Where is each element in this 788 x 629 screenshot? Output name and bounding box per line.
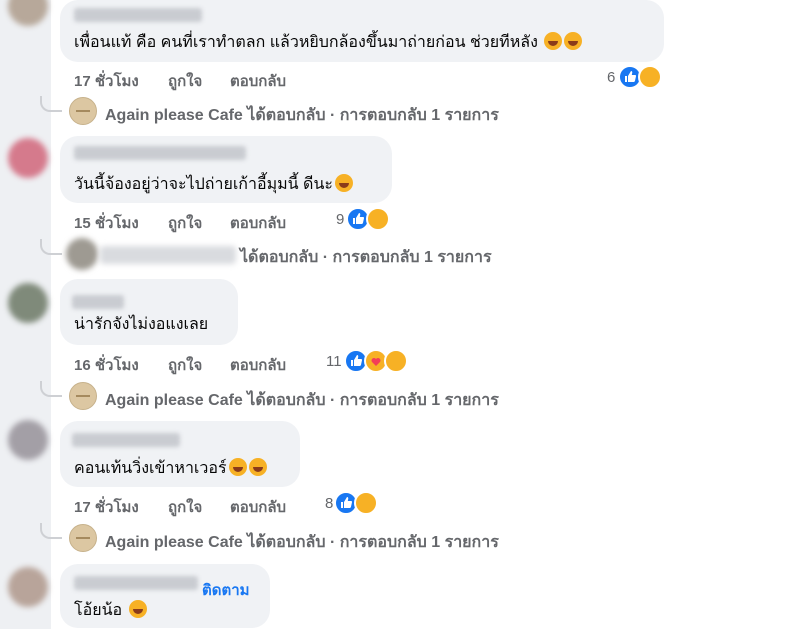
grin-sweat-emoji (334, 174, 353, 192)
view-replies-link[interactable]: Again please Cafe ได้ตอบกลับ · การตอบกลั… (105, 103, 499, 128)
commenter-name[interactable] (72, 295, 124, 309)
like-link[interactable]: ถูกใจ (168, 495, 202, 519)
comment-time[interactable]: 15 ชั่วโมง (74, 211, 139, 235)
avatar[interactable] (8, 283, 48, 323)
follow-button[interactable]: ติดตาม (202, 578, 250, 602)
comment-time[interactable]: 17 ชั่วโมง (74, 69, 139, 93)
reaction-count[interactable]: 8 (325, 495, 333, 512)
commenter-name[interactable] (74, 146, 246, 160)
comment-bubble: เพื่อนแท้ คือ คนที่เราทำตลก แล้วหยิบกล้อ… (60, 0, 664, 62)
reaction-count[interactable]: 9 (336, 211, 344, 228)
thread-connector (40, 96, 62, 112)
view-replies-link[interactable]: ได้ตอบกลับ · การตอบกลับ 1 รายการ (240, 245, 492, 270)
commenter-name[interactable] (72, 433, 180, 447)
rofl-emoji (544, 32, 563, 50)
grin-sweat-emoji (228, 458, 247, 476)
haha-icon (366, 207, 390, 231)
like-link[interactable]: ถูกใจ (168, 69, 202, 93)
commenter-name[interactable] (74, 8, 202, 22)
like-link[interactable]: ถูกใจ (168, 211, 202, 235)
comment-bubble: คอนเท้นวิ่งเข้าหาเวอร์ (60, 421, 300, 487)
avatar[interactable] (8, 420, 48, 460)
page-avatar[interactable] (69, 524, 97, 552)
comment-text: เพื่อนแท้ คือ คนที่เราทำตลก แล้วหยิบกล้อ… (74, 32, 583, 53)
reaction-count[interactable]: 6 (607, 69, 615, 86)
comment-bubble: ติดตาม โอ้ยน้อ (60, 564, 270, 628)
comment-text: โอ้ยน้อ (74, 600, 147, 621)
haha-icon (384, 349, 408, 373)
comment-actions: 17 ชั่วโมง ถูกใจ ตอบกลับ (74, 69, 374, 90)
thread-connector (40, 239, 62, 255)
view-replies-link[interactable]: Again please Cafe ได้ตอบกลับ · การตอบกลั… (105, 388, 499, 413)
reply-link[interactable]: ตอบกลับ (230, 353, 286, 377)
comment-bubble: วันนี้จ้องอยู่ว่าจะไปถ่ายเก้าอี้มุมนี้ ด… (60, 136, 392, 203)
replier-name[interactable] (100, 246, 236, 264)
comment-text: วันนี้จ้องอยู่ว่าจะไปถ่ายเก้าอี้มุมนี้ ด… (74, 174, 353, 195)
reply-link[interactable]: ตอบกลับ (230, 211, 286, 235)
comment-bubble: น่ารักจังไม่งอแงเลย (60, 279, 238, 345)
reply-link[interactable]: ตอบกลับ (230, 495, 286, 519)
avatar[interactable] (8, 567, 48, 607)
joy-emoji (128, 600, 147, 618)
comment-actions: 15 ชั่วโมง ถูกใจ ตอบกลับ (74, 211, 374, 232)
like-link[interactable]: ถูกใจ (168, 353, 202, 377)
view-replies-link[interactable]: Again please Cafe ได้ตอบกลับ · การตอบกลั… (105, 530, 499, 555)
thread-connector (40, 381, 62, 397)
comment-time[interactable]: 17 ชั่วโมง (74, 495, 139, 519)
grin-sweat-emoji (248, 458, 267, 476)
avatar[interactable] (8, 138, 48, 178)
page-avatar[interactable] (69, 97, 97, 125)
comment-text: คอนเท้นวิ่งเข้าหาเวอร์ (74, 458, 267, 479)
comment-time[interactable]: 16 ชั่วโมง (74, 353, 139, 377)
reply-link[interactable]: ตอบกลับ (230, 69, 286, 93)
replier-avatar[interactable] (66, 238, 98, 270)
comment-text: น่ารักจังไม่งอแงเลย (74, 316, 209, 333)
haha-icon (638, 65, 662, 89)
rofl-emoji (564, 32, 583, 50)
thread-connector (40, 523, 62, 539)
reaction-count[interactable]: 11 (326, 353, 342, 370)
haha-icon (354, 491, 378, 515)
commenter-name[interactable] (74, 576, 198, 590)
page-avatar[interactable] (69, 382, 97, 410)
